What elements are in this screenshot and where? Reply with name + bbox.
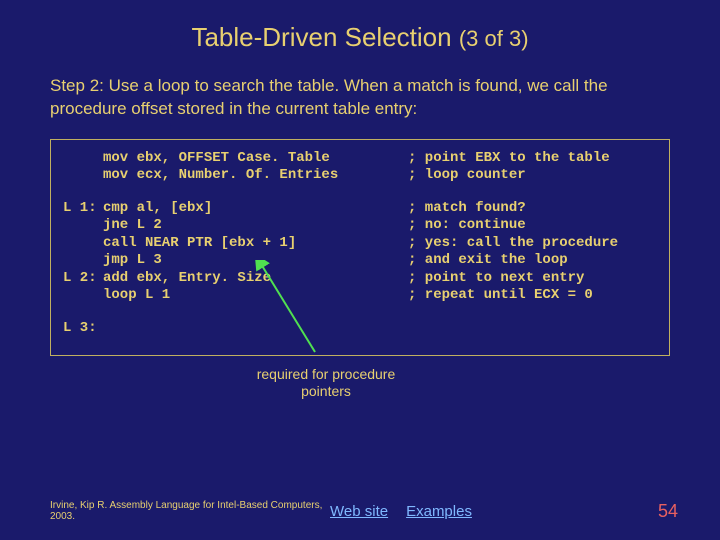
code-label	[63, 235, 103, 253]
footer: Irvine, Kip R. Assembly Language for Int…	[0, 500, 720, 522]
code-line: L 3:	[63, 320, 657, 338]
code-comment: ; yes: call the procedure	[408, 235, 657, 253]
code-box: mov ebx, OFFSET Case. Table ; point EBX …	[50, 139, 670, 357]
code-label: L 3:	[63, 320, 103, 338]
code-instr: add ebx, Entry. Size	[103, 270, 408, 288]
code-line: L 2: add ebx, Entry. Size ; point to nex…	[63, 270, 657, 288]
annotation-line2: pointers	[301, 383, 351, 399]
code-instr: jne L 2	[103, 217, 408, 235]
code-instr	[103, 320, 408, 338]
annotation-text: required for procedure pointers	[246, 366, 406, 400]
slide-title: Table-Driven Selection (3 of 3)	[0, 0, 720, 53]
title-sub-text: (3 of 3)	[459, 26, 529, 51]
code-instr: mov ebx, OFFSET Case. Table	[103, 150, 408, 168]
code-instr: loop L 1	[103, 287, 408, 305]
code-comment: ; and exit the loop	[408, 252, 657, 270]
code-label	[63, 167, 103, 185]
code-comment: ; no: continue	[408, 217, 657, 235]
code-comment: ; match found?	[408, 200, 657, 218]
citation: Irvine, Kip R. Assembly Language for Int…	[0, 500, 330, 522]
code-line: jne L 2 ; no: continue	[63, 217, 657, 235]
code-instr: cmp al, [ebx]	[103, 200, 408, 218]
code-line: jmp L 3 ; and exit the loop	[63, 252, 657, 270]
footer-links: Web site Examples	[330, 503, 472, 520]
code-comment: ; loop counter	[408, 167, 657, 185]
code-comment: ; repeat until ECX = 0	[408, 287, 657, 305]
code-label	[63, 150, 103, 168]
code-label	[63, 217, 103, 235]
code-line: loop L 1 ; repeat until ECX = 0	[63, 287, 657, 305]
title-main: Table-Driven Selection	[191, 22, 451, 52]
code-instr: jmp L 3	[103, 252, 408, 270]
code-label: L 1:	[63, 200, 103, 218]
annotation-line1: required for procedure	[257, 366, 396, 382]
code-comment	[408, 320, 657, 338]
code-label	[63, 287, 103, 305]
code-comment: ; point to next entry	[408, 270, 657, 288]
code-line: call NEAR PTR [ebx + 1] ; yes: call the …	[63, 235, 657, 253]
code-instr: mov ecx, Number. Of. Entries	[103, 167, 408, 185]
link-website[interactable]: Web site	[330, 503, 388, 520]
link-examples[interactable]: Examples	[406, 503, 472, 520]
code-comment: ; point EBX to the table	[408, 150, 657, 168]
code-label	[63, 252, 103, 270]
code-line: mov ecx, Number. Of. Entries ; loop coun…	[63, 167, 657, 185]
step-text: Step 2: Use a loop to search the table. …	[0, 53, 720, 121]
code-label: L 2:	[63, 270, 103, 288]
page-number: 54	[658, 501, 720, 522]
code-instr: call NEAR PTR [ebx + 1]	[103, 235, 408, 253]
code-line: mov ebx, OFFSET Case. Table ; point EBX …	[63, 150, 657, 168]
code-line: L 1: cmp al, [ebx] ; match found?	[63, 200, 657, 218]
